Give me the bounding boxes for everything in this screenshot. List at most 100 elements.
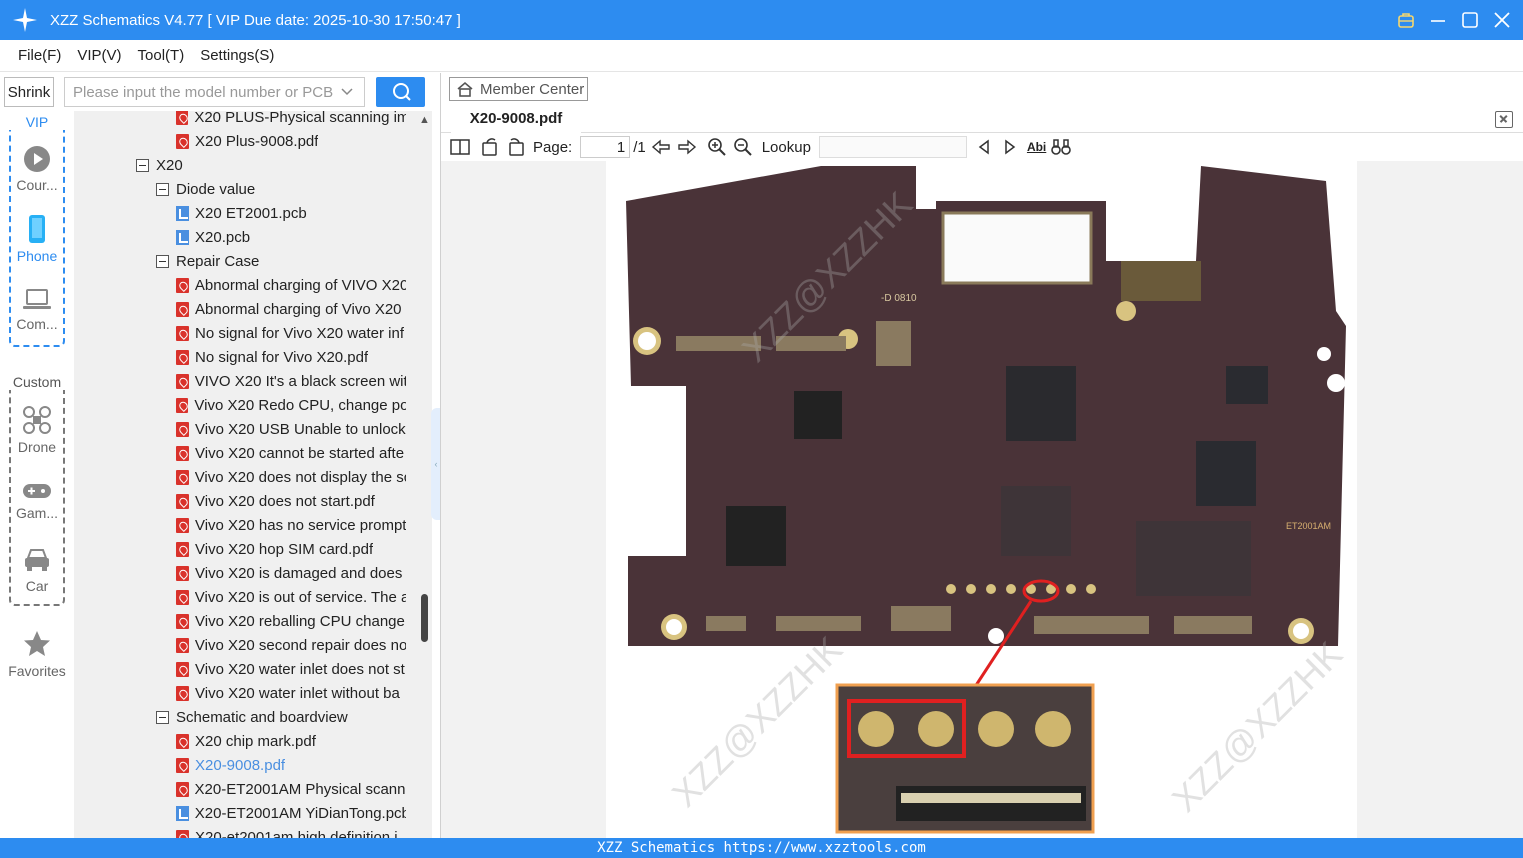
- tree-folder[interactable]: Repair Case: [156, 249, 406, 273]
- gamepad-icon: [23, 484, 51, 498]
- shrink-button[interactable]: Shrink: [4, 77, 54, 107]
- page-number-input[interactable]: 1: [580, 136, 631, 158]
- close-button[interactable]: [1493, 11, 1511, 29]
- pdf-file-icon: [176, 277, 189, 293]
- tree-file[interactable]: Vivo X20 hop SIM card.pdf: [176, 537, 406, 561]
- tree-file[interactable]: Vivo X20 Redo CPU, change pov: [176, 393, 406, 417]
- tree-item-label: Vivo X20 USB Unable to unlock: [195, 420, 406, 438]
- find-next-icon[interactable]: [999, 136, 1021, 158]
- menu-settings[interactable]: Settings(S): [200, 47, 274, 64]
- tree-folder[interactable]: X20: [136, 153, 406, 177]
- pdf-file-icon: [176, 111, 189, 125]
- vip-bag-icon[interactable]: [1397, 11, 1415, 29]
- sidebar-item-favorites[interactable]: Favorites: [0, 629, 74, 679]
- tree-item-label: No signal for Vivo X20 water inf: [195, 324, 404, 342]
- tree-file[interactable]: X20 PLUS-Physical scanning ima: [176, 111, 406, 129]
- tree-file[interactable]: Vivo X20 does not display the sc: [176, 465, 406, 489]
- tree-file[interactable]: No signal for Vivo X20.pdf: [176, 345, 406, 369]
- car-icon: [25, 549, 49, 571]
- tree-item-label: Vivo X20 water inlet without ba: [195, 684, 400, 702]
- tree-item-label: Vivo X20 is out of service. The a: [194, 588, 406, 606]
- match-case-button[interactable]: Abi: [1027, 136, 1046, 158]
- tree-file[interactable]: Vivo X20 USB Unable to unlock: [176, 417, 406, 441]
- lookup-input[interactable]: [818, 136, 967, 158]
- menu-file[interactable]: File(F): [18, 47, 61, 64]
- next-page-icon[interactable]: [676, 136, 698, 158]
- tree-file[interactable]: X20-9008.pdf: [176, 753, 406, 777]
- tree-file[interactable]: Vivo X20 reballing CPU change: [176, 609, 406, 633]
- find-previous-icon[interactable]: [973, 136, 995, 158]
- tree-folder[interactable]: Diode value: [156, 177, 406, 201]
- tree-item-label: Vivo X20 Redo CPU, change pov: [194, 396, 406, 414]
- tree-file[interactable]: X20 ET2001.pcb: [176, 201, 406, 225]
- sidebar-item-car[interactable]: Car: [0, 546, 74, 594]
- tree-file[interactable]: Vivo X20 has no service prompt: [176, 513, 406, 537]
- pdf-file-icon: [176, 349, 189, 365]
- tree-file[interactable]: VIVO X20 It's a black screen witl: [176, 369, 406, 393]
- tree-item-label: X20-ET2001AM Physical scannir: [194, 780, 406, 798]
- collapse-icon[interactable]: [156, 254, 169, 268]
- tab-x20-9008[interactable]: X20-9008.pdf: [451, 105, 581, 133]
- binoculars-icon[interactable]: [1050, 136, 1072, 158]
- close-tab-icon[interactable]: [1495, 111, 1513, 128]
- tree-item-label: Diode value: [176, 180, 256, 198]
- tree-scrollbar[interactable]: [421, 594, 428, 642]
- pdf-file-icon: [176, 469, 189, 485]
- tree-file[interactable]: Vivo X20 water inlet without ba: [176, 681, 406, 705]
- rotate-left-icon[interactable]: [479, 136, 501, 158]
- tree-file[interactable]: X20 chip mark.pdf: [176, 729, 406, 753]
- search-input[interactable]: Please input the model number or PCB: [64, 77, 365, 107]
- zoom-in-icon[interactable]: [706, 136, 728, 158]
- laptop-icon: [23, 289, 51, 309]
- tree-file[interactable]: Vivo X20 does not start.pdf: [176, 489, 406, 513]
- tree-file[interactable]: Abnormal charging of VIVO X20: [176, 273, 406, 297]
- tree-folder[interactable]: Schematic and boardview: [156, 705, 406, 729]
- tree-file[interactable]: Vivo X20 is damaged and does: [176, 561, 406, 585]
- tree-file[interactable]: Vivo X20 water inlet does not st: [176, 657, 406, 681]
- tree-file[interactable]: X20-et2001am high definition i: [176, 825, 406, 838]
- scroll-up-icon[interactable]: ▲: [419, 114, 430, 126]
- previous-page-icon[interactable]: [650, 136, 672, 158]
- tree-file[interactable]: X20.pcb: [176, 225, 406, 249]
- sidebar-item-courses[interactable]: Cour...: [0, 145, 74, 193]
- maximize-button[interactable]: [1461, 11, 1479, 29]
- pcb-photo-page[interactable]: -D 0810 ET2001AM XZZ@XZZHK XZZ@XZZHK XZZ…: [606, 161, 1357, 838]
- tree-file[interactable]: Vivo X20 cannot be started afte: [176, 441, 406, 465]
- sidebar-item-computer[interactable]: Com...: [0, 288, 74, 332]
- member-center-button[interactable]: Member Center: [449, 77, 588, 101]
- vip-group-label: VIP: [23, 114, 51, 130]
- play-circle-icon: [24, 146, 50, 172]
- collapse-icon[interactable]: [136, 158, 149, 172]
- menu-tool[interactable]: Tool(T): [138, 47, 185, 64]
- sidebar-item-drone[interactable]: Drone: [0, 405, 74, 455]
- collapse-icon[interactable]: [156, 182, 169, 196]
- tree-file[interactable]: X20 Plus-9008.pdf: [176, 129, 406, 153]
- tree-file[interactable]: Vivo X20 second repair does no: [176, 633, 406, 657]
- tree-item-label: Abnormal charging of Vivo X20: [195, 300, 402, 318]
- menu-vip[interactable]: VIP(V): [77, 47, 121, 64]
- pdf-file-icon: [176, 397, 189, 413]
- pdf-file-icon: [176, 445, 189, 461]
- tree-file[interactable]: Abnormal charging of Vivo X20: [176, 297, 406, 321]
- tree-file[interactable]: Vivo X20 is out of service. The a: [176, 585, 406, 609]
- tree-file[interactable]: X20-ET2001AM YiDianTong.pcb: [176, 801, 406, 825]
- tree-file[interactable]: No signal for Vivo X20 water inf: [176, 321, 406, 345]
- sidebar-item-label: Gam...: [15, 505, 58, 521]
- sidebar-item-label: Com...: [16, 316, 58, 332]
- tree-item-label: Abnormal charging of VIVO X20: [194, 276, 406, 294]
- tree-item-label: X20-9008.pdf: [195, 756, 286, 774]
- chevron-down-icon[interactable]: [340, 85, 354, 103]
- sidebar-item-game[interactable]: Gam...: [0, 481, 74, 521]
- tree-item-label: X20: [156, 156, 183, 174]
- two-page-icon[interactable]: [449, 136, 471, 158]
- pcb-file-icon: [176, 229, 189, 245]
- tree-item-label: Vivo X20 is damaged and does: [195, 564, 403, 582]
- rotate-right-icon[interactable]: [505, 136, 527, 158]
- search-button[interactable]: [376, 77, 425, 107]
- pdf-file-icon: [176, 733, 189, 749]
- minimize-button[interactable]: [1429, 11, 1447, 29]
- tree-file[interactable]: X20-ET2001AM Physical scannir: [176, 777, 406, 801]
- collapse-icon[interactable]: [156, 710, 169, 724]
- zoom-out-icon[interactable]: [732, 136, 754, 158]
- sidebar-item-phone[interactable]: Phone: [0, 214, 74, 264]
